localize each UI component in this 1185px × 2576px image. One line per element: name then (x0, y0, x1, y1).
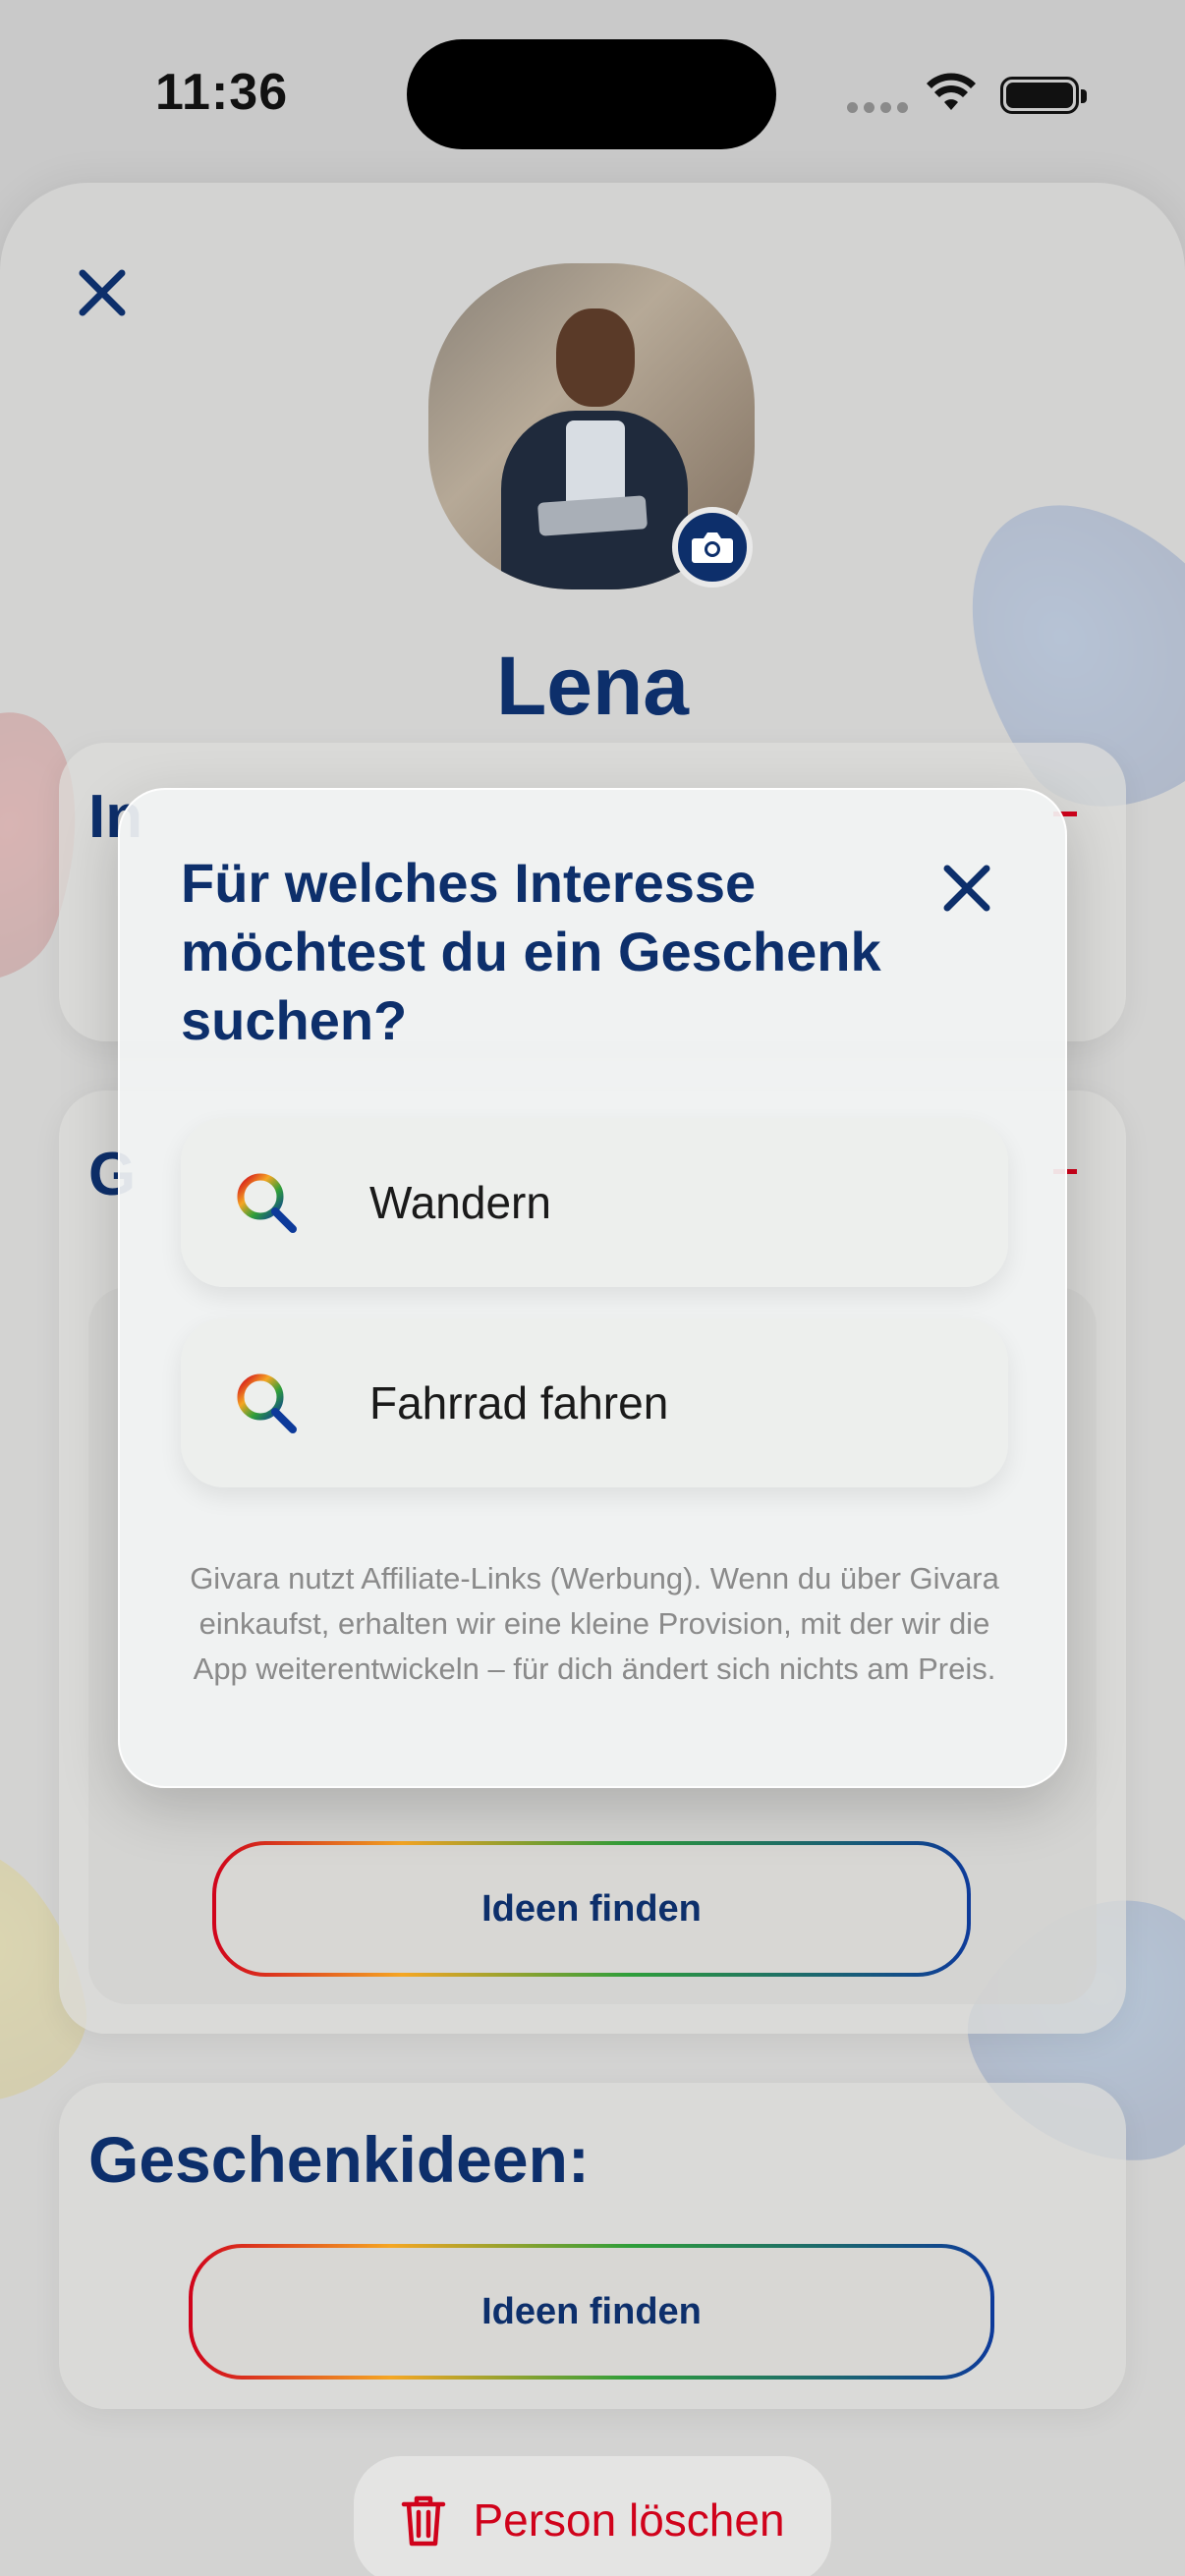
interest-option-wandern[interactable]: Wandern (181, 1118, 1008, 1287)
delete-person-label: Person löschen (473, 2494, 785, 2546)
trash-icon (402, 2495, 446, 2547)
affiliate-disclaimer: Givara nutzt Affiliate-Links (Werbung). … (190, 1561, 999, 1686)
find-ideas-button-2[interactable]: Ideen finden (189, 2244, 994, 2380)
modal-title: Für welches Interesse möchtest du ein Ge… (181, 852, 881, 1051)
gift-ideas-title: Geschenkideen: (88, 2123, 590, 2196)
interest-option-fahrrad-fahren[interactable]: Fahrrad fahren (181, 1318, 1008, 1487)
wifi-icon (927, 73, 976, 110)
dynamic-island (407, 39, 776, 149)
search-icon (237, 1173, 297, 1233)
close-icon[interactable] (75, 265, 130, 320)
interest-option-label: Fahrrad fahren (369, 1377, 669, 1428)
find-ideas-label: Ideen finden (216, 1845, 967, 1973)
close-icon[interactable] (939, 861, 994, 916)
delete-person-button[interactable]: Person löschen (354, 2456, 831, 2576)
cellular-signal-icon (847, 102, 908, 116)
person-name: Lena (495, 640, 690, 732)
camera-button[interactable] (672, 507, 753, 588)
search-icon (237, 1373, 297, 1433)
status-time: 11:36 (155, 64, 289, 121)
interest-picker-modal: Für welches Interesse möchtest du ein Ge… (118, 788, 1067, 1788)
find-ideas-label: Ideen finden (193, 2248, 990, 2376)
battery-icon (1000, 77, 1087, 114)
interest-option-label: Wandern (369, 1177, 551, 1228)
find-ideas-button[interactable]: Ideen finden (212, 1841, 971, 1977)
camera-icon (692, 532, 733, 563)
